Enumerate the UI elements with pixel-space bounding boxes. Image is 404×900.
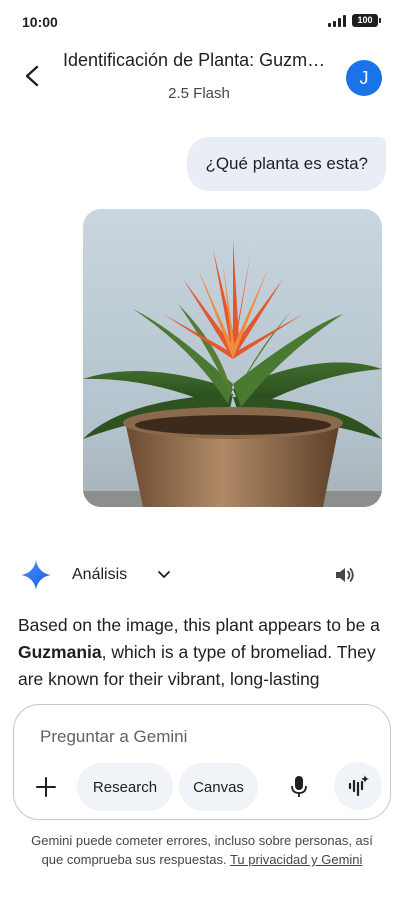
- response-text-bold: Guzmania: [18, 642, 102, 662]
- plant-photo[interactable]: [83, 209, 382, 507]
- model-name[interactable]: 2.5 Flash: [63, 85, 335, 102]
- live-audio-icon: [348, 775, 369, 797]
- research-label: Research: [92, 778, 158, 796]
- response-header: Análisis: [0, 556, 404, 594]
- privacy-link[interactable]: Tu privacidad y Gemini: [230, 852, 362, 867]
- response-mode-label[interactable]: Análisis: [72, 566, 127, 584]
- disclaimer: Gemini puede cometer errores, incluso so…: [30, 831, 374, 869]
- status-time: 10:00: [22, 14, 58, 30]
- chevron-down-icon[interactable]: [155, 565, 173, 583]
- user-message-bubble: ¿Qué planta es esta?: [187, 137, 386, 191]
- signal-icon: [328, 14, 346, 27]
- gemini-sparkle-icon: [21, 560, 51, 590]
- speaker-icon[interactable]: [333, 563, 357, 587]
- microphone-icon: [291, 776, 307, 797]
- add-attachment-button[interactable]: [32, 773, 60, 801]
- canvas-label: Canvas: [193, 778, 244, 796]
- prompt-input[interactable]: Preguntar a Gemini: [40, 727, 187, 747]
- chat-title[interactable]: Identificación de Planta: Guzmania: [63, 50, 335, 71]
- battery-icon: 100: [352, 14, 381, 27]
- back-button[interactable]: [18, 62, 46, 90]
- response-text-start: Based on the image, this plant appears t…: [18, 615, 380, 635]
- status-icons: 100: [328, 14, 381, 27]
- status-bar: 10:00 100: [0, 0, 404, 44]
- back-arrow-icon: [25, 65, 39, 87]
- avatar[interactable]: J: [346, 60, 382, 96]
- canvas-button[interactable]: Canvas: [179, 763, 258, 811]
- response-text: Based on the image, this plant appears t…: [18, 612, 390, 693]
- plus-icon: [36, 777, 56, 797]
- live-audio-button[interactable]: [334, 762, 382, 810]
- microphone-button[interactable]: [286, 773, 312, 801]
- research-button[interactable]: Research: [77, 763, 173, 811]
- prompt-composer: Preguntar a Gemini Research Canvas: [13, 704, 391, 820]
- user-message-text: ¿Qué planta es esta?: [205, 154, 368, 173]
- chat-header: Identificación de Planta: Guzmania 2.5 F…: [0, 44, 404, 114]
